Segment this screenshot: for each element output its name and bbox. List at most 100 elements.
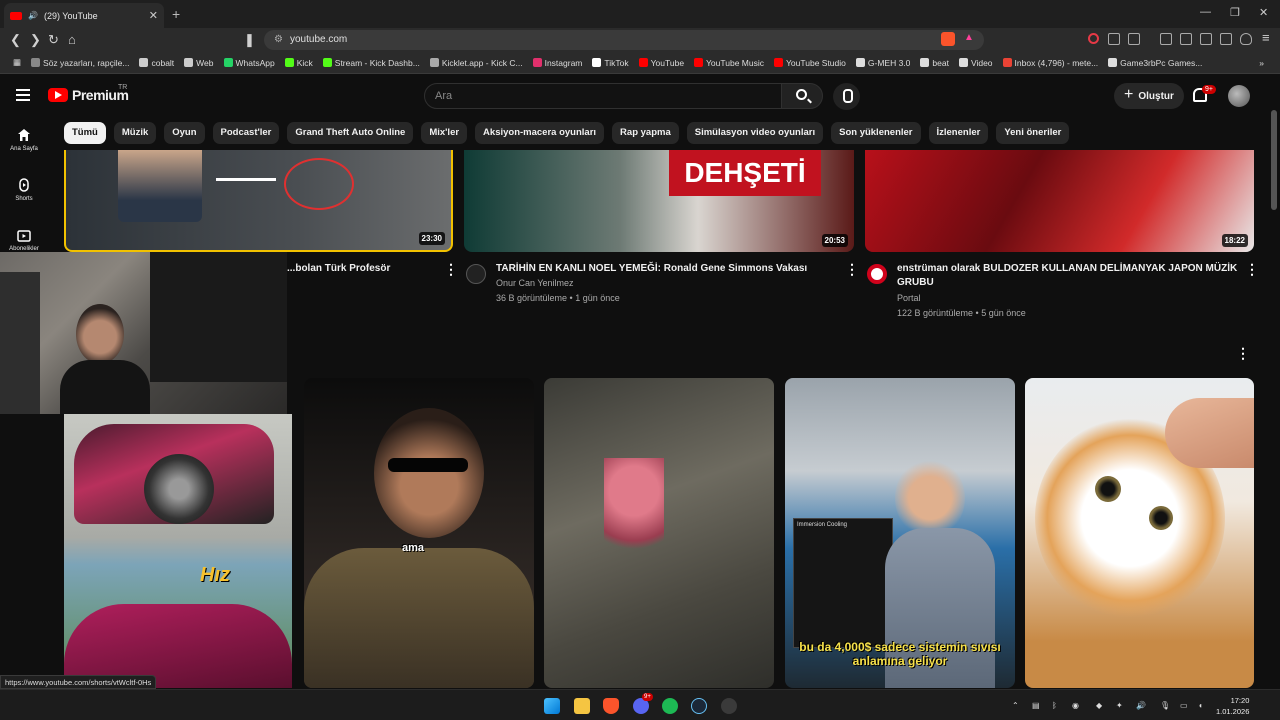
steam-tray-icon[interactable]: ◉ <box>1072 701 1079 710</box>
sidebar-item-home[interactable]: Ana Sayfa <box>0 128 48 152</box>
filter-chip[interactable]: Yeni öneriler <box>996 122 1070 144</box>
brave-shield-icon[interactable] <box>941 32 955 46</box>
youtube-premium-logo[interactable]: Premium TR <box>48 84 129 103</box>
bookmark-item[interactable]: WhatsApp <box>219 58 280 68</box>
mic-tray-icon[interactable]: 🎙 <box>1160 701 1170 710</box>
vpn-icon[interactable] <box>1240 33 1252 45</box>
site-info-icon[interactable]: ⚙ <box>274 34 283 45</box>
sound-icon[interactable]: ◖ <box>1198 701 1203 710</box>
bookmark-item[interactable]: TikTok <box>587 58 633 68</box>
account-avatar[interactable] <box>1228 85 1250 107</box>
ai-icon[interactable] <box>1220 33 1232 45</box>
record-icon[interactable] <box>1088 33 1099 44</box>
filter-chip[interactable]: Podcast'ler <box>212 122 280 144</box>
close-window-button[interactable]: ✕ <box>1259 6 1268 19</box>
more-options-icon[interactable] <box>845 261 859 278</box>
shorts-more-options-icon[interactable] <box>1236 345 1250 362</box>
new-tab-button[interactable]: + <box>172 6 180 22</box>
home-button[interactable]: ⌂ <box>68 32 76 47</box>
bookmark-item[interactable]: Inbox (4,796) - mete... <box>998 58 1104 68</box>
bookmark-item[interactable]: YouTube Music <box>689 58 769 68</box>
sidebar-icon[interactable] <box>1180 33 1192 45</box>
sidebar-item-shorts[interactable]: Shorts <box>0 178 48 202</box>
brave-rewards-icon[interactable]: ▲ <box>964 32 974 43</box>
network-icon[interactable]: ▭ <box>1180 701 1188 710</box>
bookmark-item[interactable]: YouTube Studio <box>769 58 851 68</box>
bookmark-icon[interactable]: ❚ <box>244 32 255 48</box>
channel-name[interactable]: Onur Can Yenilmez <box>496 276 574 291</box>
tray-overflow-icon[interactable]: ⌃ <box>1012 701 1019 710</box>
channel-avatar[interactable] <box>867 264 887 284</box>
brave-browser-icon[interactable] <box>603 698 619 714</box>
volume-icon[interactable]: 🔊 <box>1136 701 1146 710</box>
voice-search-button[interactable] <box>833 83 860 110</box>
filter-chip[interactable]: Aksiyon-macera oyunları <box>475 122 605 144</box>
menu-icon[interactable]: ≡ <box>1262 30 1270 45</box>
filter-chip[interactable]: Mix'ler <box>421 122 468 144</box>
search-button[interactable] <box>781 83 823 109</box>
filter-chip[interactable]: İzlenenler <box>928 122 989 144</box>
bookmark-item[interactable]: cobalt <box>134 58 179 68</box>
forward-button[interactable]: ❯ <box>30 32 41 48</box>
video-title[interactable]: ...bolan Türk Profesör <box>287 262 390 276</box>
short-thumbnail-2[interactable]: ama <box>304 378 534 688</box>
video-thumbnail-1[interactable]: 23:30 <box>64 150 453 252</box>
bookmark-item[interactable]: beat <box>915 58 954 68</box>
browser-tab[interactable]: 🔊 (29) YouTube ✕ <box>4 3 164 28</box>
reload-button[interactable]: ↻ <box>48 32 59 48</box>
bluetooth-icon[interactable]: ᛒ <box>1052 701 1057 710</box>
tray-app2-icon[interactable]: ✦ <box>1116 701 1123 710</box>
address-bar[interactable]: ⚙ youtube.com <box>264 30 984 50</box>
filter-chip[interactable]: Müzik <box>113 122 157 144</box>
filter-chip[interactable]: Tümü <box>64 122 106 144</box>
create-button[interactable]: + Oluştur <box>1114 83 1184 109</box>
video-thumbnail-3[interactable]: 18:22 <box>865 150 1254 252</box>
screenshot-icon[interactable] <box>1128 33 1140 45</box>
short-thumbnail-4[interactable]: Immersion Cooling bu da 4,000$ sadece si… <box>785 378 1015 688</box>
steam-icon[interactable] <box>691 698 707 714</box>
more-options-icon[interactable] <box>444 261 458 278</box>
bookmark-item[interactable]: Kicklet.app - Kick C... <box>425 58 528 68</box>
filter-chip[interactable]: Simülasyon video oyunları <box>686 122 824 144</box>
bookmark-item[interactable]: G-MEH 3.0 <box>851 58 916 68</box>
taskbar-clock[interactable]: 17:20 1.01.2026 <box>1216 695 1249 717</box>
wallet-icon[interactable] <box>1200 33 1212 45</box>
page-scrollbar[interactable] <box>1271 110 1277 210</box>
filter-chip[interactable]: Grand Theft Auto Online <box>287 122 414 144</box>
apps-icon[interactable]: ▦ <box>8 57 26 68</box>
search-input[interactable]: Ara <box>424 83 782 109</box>
tray-shield-icon[interactable]: ◆ <box>1096 701 1102 710</box>
back-button[interactable]: ❮ <box>10 32 21 48</box>
app-icon[interactable] <box>721 698 737 714</box>
filter-chip[interactable]: Rap yapma <box>612 122 679 144</box>
video-thumbnail-2[interactable]: DEHŞETİ 20:53 <box>464 150 854 252</box>
extension-icon[interactable] <box>1108 33 1120 45</box>
bookmark-item[interactable]: Video <box>954 58 998 68</box>
channel-avatar[interactable] <box>466 264 486 284</box>
bookmark-item[interactable]: YouTube <box>634 58 689 68</box>
more-options-icon[interactable] <box>1245 261 1259 278</box>
file-explorer-icon[interactable] <box>574 698 590 714</box>
filter-chip[interactable]: Oyun <box>164 122 205 144</box>
restore-button[interactable]: ❐ <box>1230 6 1240 19</box>
bookmark-item[interactable]: Söz yazarları, rapçile... <box>26 58 134 68</box>
bookmark-item[interactable]: Web <box>179 58 218 68</box>
bookmark-item[interactable]: Game3rbPc Games... <box>1103 58 1207 68</box>
video-title[interactable]: TARİHİN EN KANLI NOEL YEMEĞİ: Ronald Gen… <box>496 262 836 276</box>
minimize-button[interactable]: — <box>1200 6 1211 18</box>
channel-name[interactable]: Portal <box>897 291 921 306</box>
tab-close-icon[interactable]: ✕ <box>149 9 158 22</box>
hamburger-menu-icon[interactable] <box>16 89 30 101</box>
video-title[interactable]: enstrüman olarak BULDOZER KULLANAN DELİM… <box>897 262 1242 290</box>
sidebar-item-subscriptions[interactable]: Abonelikler <box>0 228 48 252</box>
filter-chip[interactable]: Son yüklenenler <box>831 122 921 144</box>
bookmarks-overflow-icon[interactable]: » <box>1254 58 1280 68</box>
short-thumbnail-3[interactable] <box>544 378 774 688</box>
music-icon[interactable] <box>1160 33 1172 45</box>
bookmark-item[interactable]: Stream - Kick Dashb... <box>318 58 425 68</box>
spotify-icon[interactable] <box>662 698 678 714</box>
short-thumbnail-1[interactable]: Hız <box>64 414 292 688</box>
tray-app-icon[interactable]: ▤ <box>1032 701 1040 710</box>
bookmark-item[interactable]: Kick <box>280 58 318 68</box>
bookmark-item[interactable]: Instagram <box>528 58 588 68</box>
